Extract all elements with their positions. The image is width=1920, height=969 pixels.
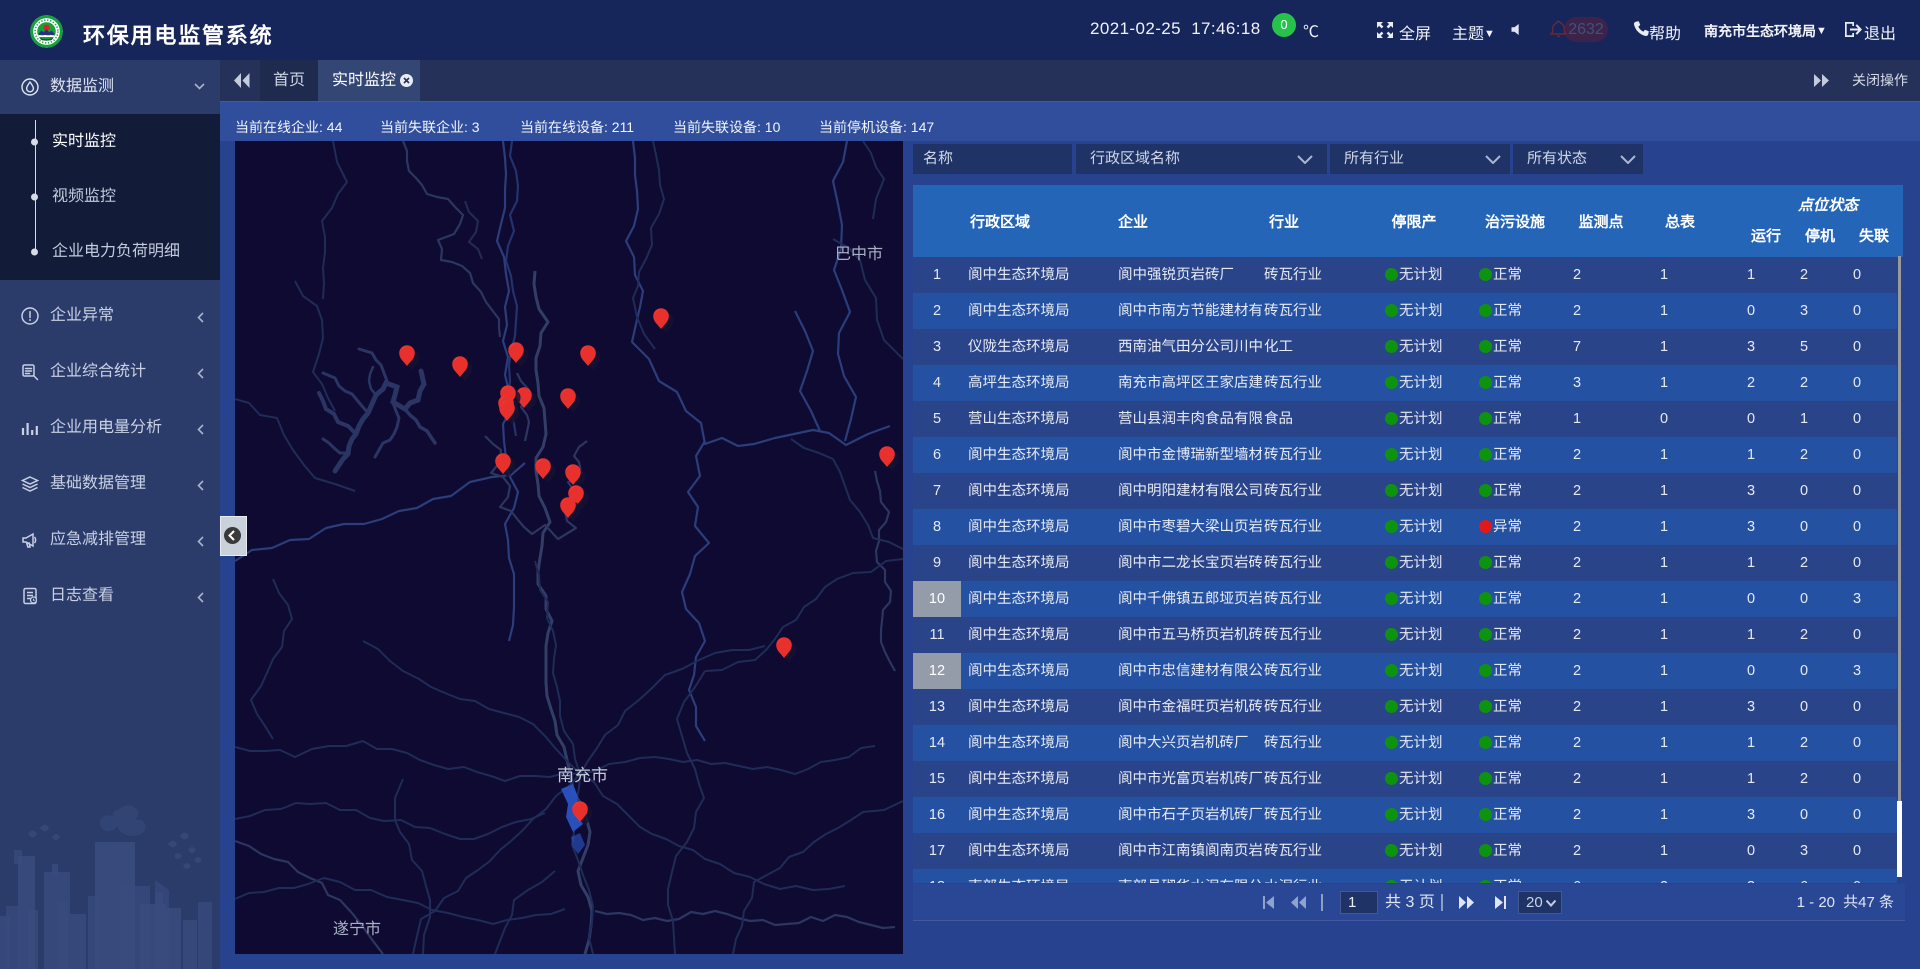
svg-text:南充市: 南充市 (557, 761, 608, 786)
svg-text:巴中市: 巴中市 (835, 240, 883, 264)
svg-text:遂宁市: 遂宁市 (333, 915, 381, 939)
